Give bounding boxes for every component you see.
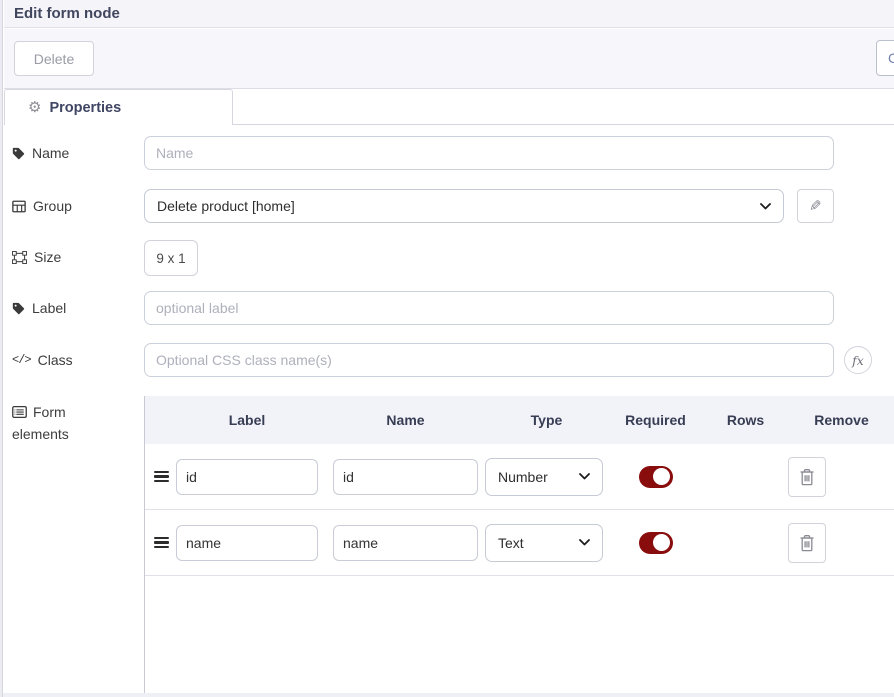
pencil-icon: ✎	[809, 197, 822, 215]
class-label-group: </> Class	[12, 343, 73, 377]
class-label: Class	[38, 352, 73, 368]
label-input[interactable]	[144, 291, 834, 325]
element-type-select[interactable]: Text	[485, 524, 603, 562]
required-toggle[interactable]	[639, 466, 673, 488]
name-row: Name	[4, 136, 894, 172]
form-elements-list: Label Name Type Required Rows Remove Num…	[144, 396, 894, 693]
label-label-group: Label	[12, 291, 66, 325]
page-title: Edit form node	[14, 5, 120, 22]
size-label-group: Size	[12, 240, 61, 274]
group-row: Group Delete product [home] ✎	[4, 189, 894, 225]
code-icon: </>	[12, 354, 31, 366]
tag-icon	[12, 302, 25, 315]
edit-group-button[interactable]: ✎	[797, 189, 834, 223]
group-select[interactable]: Delete product [home]	[144, 189, 784, 223]
name-input[interactable]	[144, 136, 834, 170]
form-elements-label-group: Form elements	[12, 402, 116, 445]
element-type-select[interactable]: Number	[485, 458, 603, 496]
list-icon	[12, 406, 27, 418]
element-name-input[interactable]	[333, 459, 478, 495]
element-type-value: Number	[498, 469, 548, 485]
tray-header: Edit form node	[4, 0, 894, 28]
size-button[interactable]: 9 x 1	[144, 240, 198, 276]
remove-row-button[interactable]	[788, 457, 826, 497]
trash-icon	[799, 534, 815, 552]
tray-toolbar: Delete Cancel	[4, 29, 894, 89]
toggle-knob	[653, 468, 670, 485]
element-label-input[interactable]	[176, 459, 318, 495]
properties-panel: Name Group Delete product [home] ✎ Size	[4, 125, 894, 697]
fx-button[interactable]: fx	[844, 346, 872, 374]
workspace-edge	[0, 0, 3, 697]
element-label-input[interactable]	[176, 525, 318, 561]
form-element-row: Number	[145, 444, 894, 510]
tab-properties[interactable]: ⚙ Properties	[4, 89, 233, 125]
column-header-type: Type	[478, 412, 608, 428]
form-element-row: Text	[145, 510, 894, 576]
cancel-button[interactable]: Cancel	[876, 40, 894, 76]
class-row: </> Class fx	[4, 343, 894, 379]
form-elements-header: Label Name Type Required Rows Remove	[145, 396, 894, 444]
required-toggle[interactable]	[639, 532, 673, 554]
column-header-required: Required	[608, 412, 703, 428]
tray-footer-edge	[0, 693, 894, 697]
toggle-knob	[653, 534, 670, 551]
group-label: Group	[33, 198, 72, 214]
group-select-value: Delete product [home]	[157, 198, 295, 214]
column-header-name: Name	[318, 412, 478, 428]
element-name-input[interactable]	[333, 525, 478, 561]
gear-icon: ⚙	[28, 100, 41, 115]
drag-handle-icon[interactable]	[154, 537, 169, 549]
object-group-icon	[12, 251, 27, 264]
size-row: Size 9 x 1	[4, 240, 894, 276]
label-row: Label	[4, 291, 894, 327]
trash-icon	[799, 468, 815, 486]
remove-row-button[interactable]	[788, 523, 826, 563]
column-header-rows: Rows	[703, 412, 788, 428]
name-label-group: Name	[12, 136, 69, 170]
name-label: Name	[32, 145, 69, 161]
table-icon	[12, 200, 26, 213]
chevron-down-icon	[579, 473, 590, 480]
delete-button[interactable]: Delete	[14, 41, 94, 76]
column-header-remove: Remove	[788, 412, 894, 428]
tab-label: Properties	[49, 100, 121, 116]
chevron-down-icon	[579, 539, 590, 546]
column-header-label: Label	[176, 412, 318, 428]
group-label-group: Group	[12, 189, 72, 223]
tab-bar: ⚙ Properties	[4, 89, 894, 125]
size-label: Size	[34, 249, 61, 265]
chevron-down-icon	[760, 203, 771, 210]
tag-icon	[12, 147, 25, 160]
class-input[interactable]	[144, 343, 834, 377]
element-type-value: Text	[498, 535, 524, 551]
label-label: Label	[32, 300, 66, 316]
drag-handle-icon[interactable]	[154, 471, 169, 483]
